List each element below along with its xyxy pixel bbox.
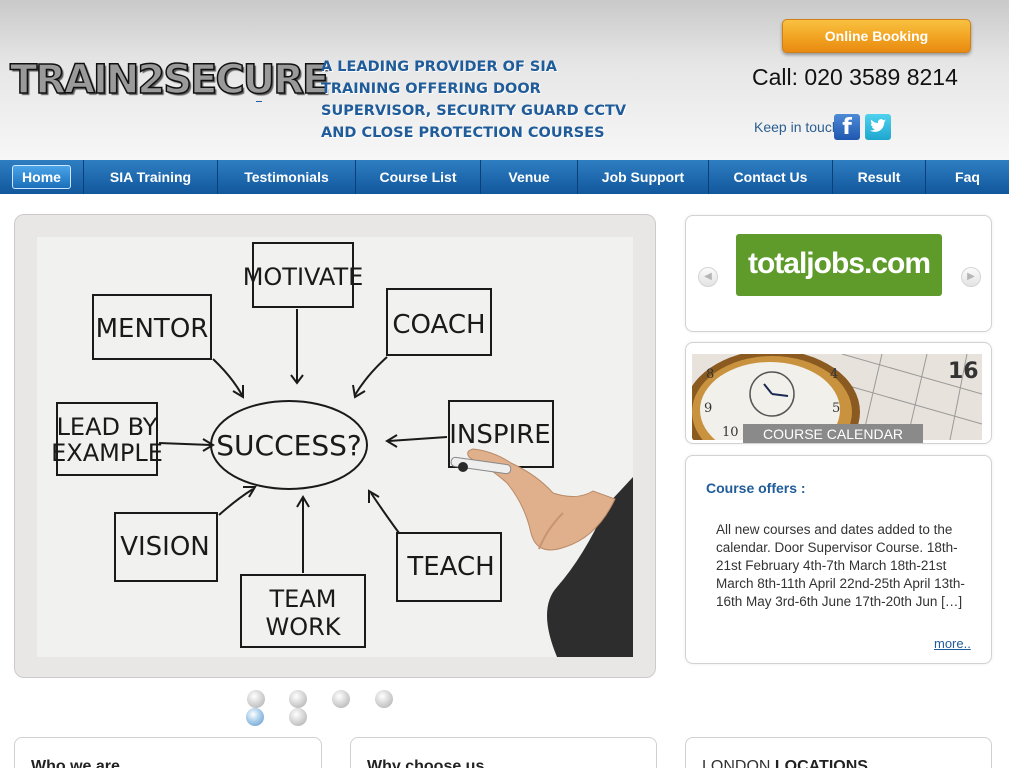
hero-slider: MOTIVATE MENTOR COACH LEAD BY EXAMPLE SU… bbox=[14, 214, 656, 678]
site-logo[interactable]: TRAIN2SECURE bbox=[9, 59, 330, 101]
arrow-left-icon[interactable]: ◀ bbox=[698, 267, 718, 287]
svg-text:5: 5 bbox=[832, 401, 840, 416]
locations-title-prefix: LONDON bbox=[702, 758, 775, 768]
nav-item-job-support[interactable]: Job Support bbox=[578, 160, 709, 194]
nav-item-home[interactable]: Home bbox=[0, 160, 84, 194]
word-lead-by: LEAD BY bbox=[57, 413, 158, 441]
locations-title-bold: LOCATIONS bbox=[774, 758, 868, 768]
main-nav: Home SIA Training Testimonials Course Li… bbox=[0, 160, 1009, 194]
svg-text:9: 9 bbox=[704, 401, 712, 416]
london-locations-box: LONDON LOCATIONS bbox=[685, 737, 992, 768]
nav-item-contact-us[interactable]: Contact Us bbox=[709, 160, 833, 194]
nav-item-label: Course List bbox=[379, 169, 457, 185]
nav-item-label: Faq bbox=[955, 169, 980, 185]
slide-image-success-diagram[interactable]: MOTIVATE MENTOR COACH LEAD BY EXAMPLE SU… bbox=[37, 237, 633, 657]
nav-item-label: Job Support bbox=[601, 169, 685, 185]
more-link[interactable]: more.. bbox=[934, 636, 971, 651]
calendar-date-number: 16 bbox=[948, 359, 979, 384]
who-we-are-box: Who we are bbox=[14, 737, 322, 768]
word-teach: TEACH bbox=[406, 552, 494, 582]
slider-dot[interactable] bbox=[289, 690, 307, 708]
nav-item-label: Result bbox=[857, 169, 901, 185]
twitter-bird-icon bbox=[870, 119, 886, 132]
who-we-are-title: Who we are bbox=[31, 758, 120, 768]
svg-text:8: 8 bbox=[706, 367, 714, 382]
facebook-icon[interactable]: f bbox=[834, 114, 860, 140]
nav-item-course-list[interactable]: Course List bbox=[356, 160, 481, 194]
course-offers-panel: Course offers : All new courses and date… bbox=[685, 455, 992, 664]
why-choose-us-box: Why choose us bbox=[350, 737, 657, 768]
word-work: WORK bbox=[265, 613, 341, 641]
word-example: EXAMPLE bbox=[51, 439, 163, 467]
arrow-right-icon[interactable]: ▶ bbox=[961, 267, 981, 287]
word-team: TEAM bbox=[269, 585, 337, 613]
success-mindmap-illustration: MOTIVATE MENTOR COACH LEAD BY EXAMPLE SU… bbox=[51, 242, 633, 657]
slider-dot[interactable] bbox=[247, 690, 265, 708]
phone-number: Call: 020 3589 8214 bbox=[752, 64, 958, 90]
word-inspire: INSPIRE bbox=[449, 420, 550, 450]
why-choose-us-title: Why choose us bbox=[367, 758, 485, 768]
site-tagline: A LEADING PROVIDER OF SIA TRAINING OFFER… bbox=[321, 59, 627, 141]
course-offers-text: All new courses and dates added to the c… bbox=[716, 522, 965, 609]
slider-dot[interactable] bbox=[289, 708, 307, 726]
nav-item-label: Contact Us bbox=[733, 169, 808, 185]
course-offers-title: Course offers : bbox=[706, 480, 806, 496]
word-vision: VISION bbox=[120, 532, 210, 562]
slider-pagination bbox=[245, 690, 405, 730]
word-coach: COACH bbox=[392, 310, 485, 340]
slider-dot[interactable] bbox=[375, 690, 393, 708]
svg-text:4: 4 bbox=[830, 367, 838, 382]
svg-text:10: 10 bbox=[722, 425, 739, 440]
nav-item-testimonials[interactable]: Testimonials bbox=[218, 160, 356, 194]
nav-item-label: Home bbox=[12, 165, 71, 189]
word-motivate: MOTIVATE bbox=[243, 263, 364, 291]
nav-item-result[interactable]: Result bbox=[833, 160, 926, 194]
logo-link-underline bbox=[256, 101, 262, 102]
keep-in-touch-label: Keep in touch bbox=[754, 119, 840, 135]
london-locations-title: LONDON LOCATIONS bbox=[702, 758, 868, 768]
partner-ad-panel: ◀ totaljobs.com ▶ bbox=[685, 215, 992, 332]
site-header: TRAIN2SECURE A LEADING PROVIDER OF SIA T… bbox=[0, 0, 1009, 160]
slider-dot-active[interactable] bbox=[246, 708, 264, 726]
nav-item-sia-training[interactable]: SIA Training bbox=[84, 160, 218, 194]
online-booking-button[interactable]: Online Booking bbox=[782, 19, 971, 53]
nav-item-faq[interactable]: Faq bbox=[926, 160, 1009, 194]
twitter-icon[interactable] bbox=[865, 114, 891, 140]
word-mentor: MENTOR bbox=[96, 314, 209, 344]
word-success: SUCCESS? bbox=[216, 429, 361, 462]
nav-item-label: Testimonials bbox=[244, 169, 329, 185]
totaljobs-logo[interactable]: totaljobs.com bbox=[736, 234, 942, 296]
nav-item-venue[interactable]: Venue bbox=[481, 160, 578, 194]
course-calendar-panel: 16 8910 456 COURSE CALENDAR bbox=[685, 342, 992, 444]
nav-item-label: Venue bbox=[508, 169, 550, 185]
nav-item-label: SIA Training bbox=[109, 169, 192, 185]
slider-dot[interactable] bbox=[332, 690, 350, 708]
course-calendar-label[interactable]: COURSE CALENDAR bbox=[743, 424, 923, 443]
